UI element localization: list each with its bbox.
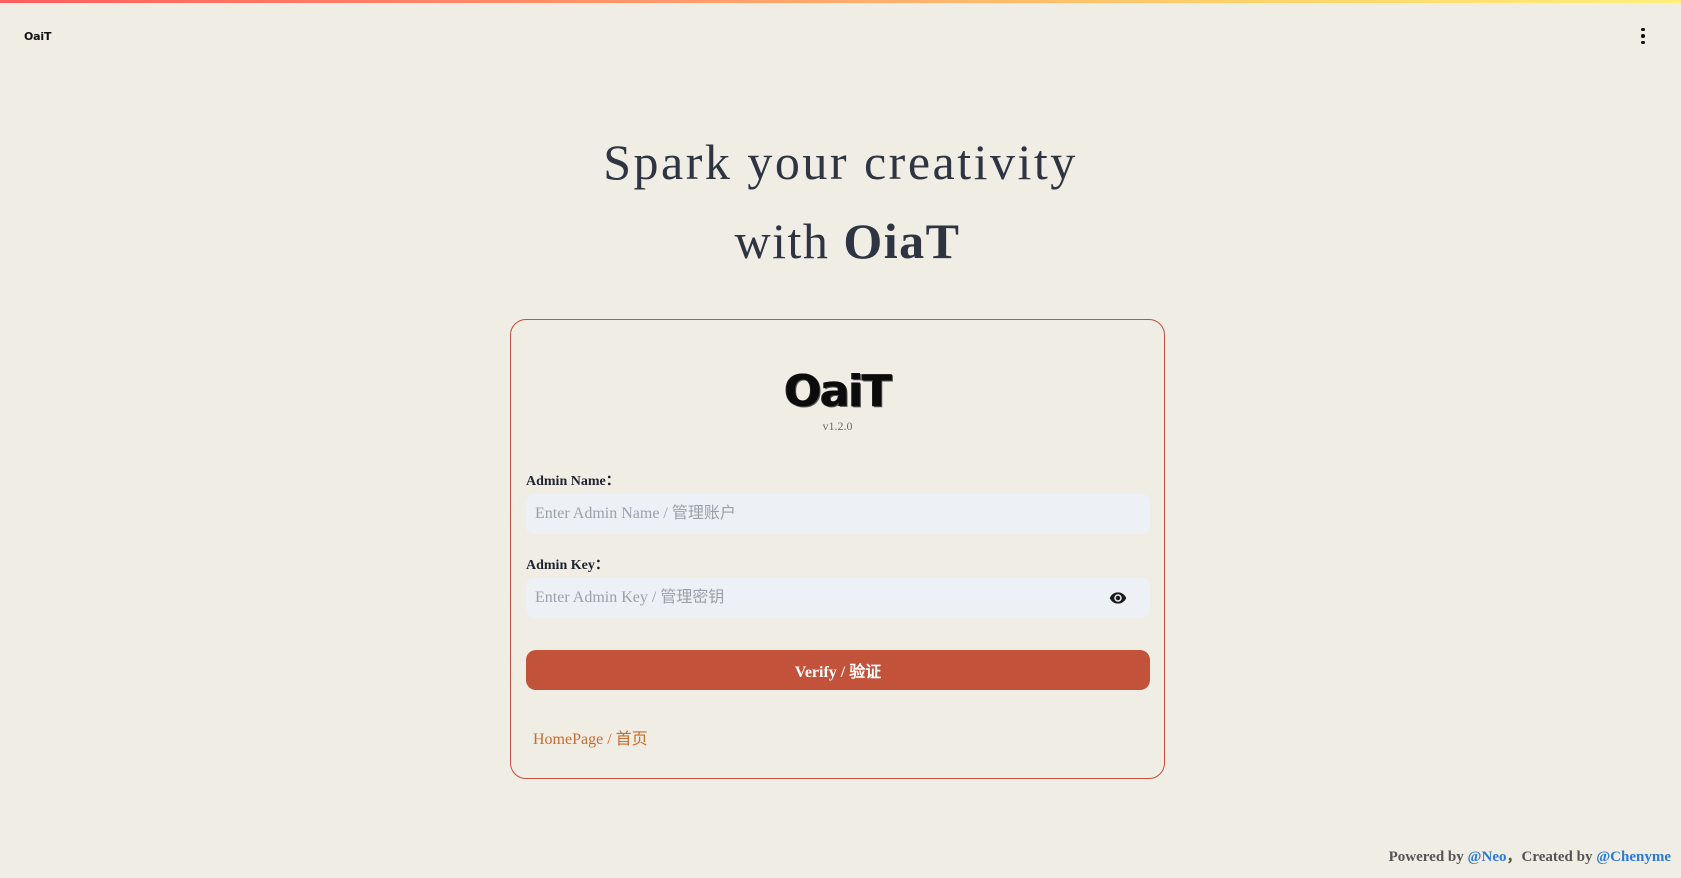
page: OaiT Spark your creativity with OiaT Oai…: [0, 0, 1681, 878]
more-vertical-icon[interactable]: [1633, 26, 1653, 46]
created-by-text: Created by: [1521, 849, 1597, 865]
chenyme-link[interactable]: @Chenyme: [1596, 849, 1671, 865]
admin-key-field-wrapper: [526, 578, 1150, 618]
hero-line-2-prefix: with: [734, 213, 844, 269]
app-logo[interactable]: OaiT: [24, 30, 51, 43]
eye-icon[interactable]: [1108, 589, 1128, 607]
admin-name-input[interactable]: [526, 494, 1150, 534]
admin-name-label: Admin Name：: [526, 474, 620, 489]
verify-button[interactable]: Verify / 验证: [526, 650, 1150, 690]
powered-by-text: Powered by: [1388, 849, 1468, 865]
card-logo: OaiT: [784, 366, 892, 417]
hero-brand: OiaT: [843, 213, 961, 269]
admin-key-label: Admin Key：: [526, 558, 609, 573]
version-label: v1.2.0: [822, 419, 853, 433]
footer-credits: Powered by @Neo，Created by @Chenyme: [1389, 845, 1671, 866]
hero-line-2: with OiaT: [0, 198, 1681, 284]
hero-title: Spark your creativity with OiaT: [0, 126, 1681, 284]
hero-line-1: Spark your creativity: [603, 134, 1078, 190]
top-gradient-bar: [0, 0, 1681, 3]
menu-dot: [1641, 34, 1645, 38]
menu-dot: [1641, 40, 1645, 45]
admin-key-input[interactable]: [526, 578, 1150, 618]
login-card: OaiT v1.2.0 Admin Name： Admin Key： Verif…: [510, 319, 1165, 779]
neo-link[interactable]: @Neo: [1468, 849, 1507, 865]
admin-name-field-wrapper: [526, 494, 1150, 534]
homepage-link[interactable]: HomePage / 首页: [533, 725, 648, 749]
footer-separator: ，: [1506, 849, 1522, 865]
menu-dot: [1641, 27, 1645, 32]
